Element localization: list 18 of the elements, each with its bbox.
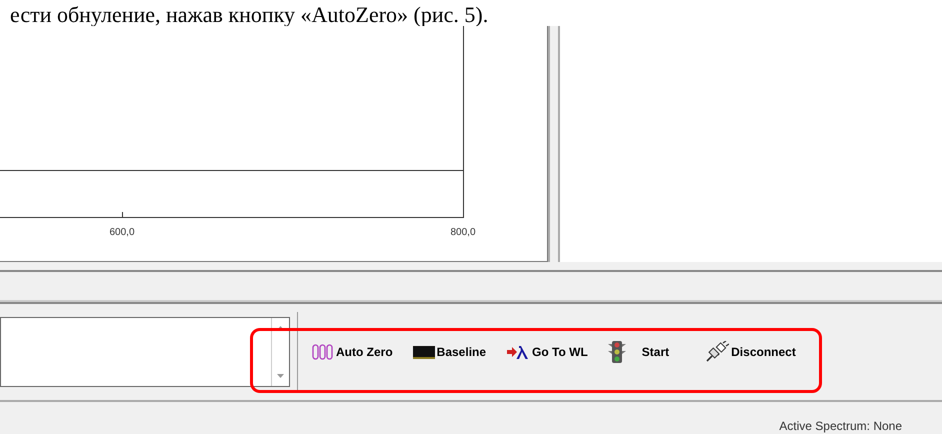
status-text: Active Spectrum: None (779, 420, 902, 434)
axis-tick-label: 600,0 (109, 226, 135, 240)
toolbar-button[interactable]: Start (608, 341, 670, 363)
arrow-lambda-icon (506, 344, 530, 360)
traffic-light-icon (608, 341, 626, 363)
scroll-up-icon[interactable] (277, 326, 284, 330)
caption-text: ести обнуление, нажав кнопку «AutoZero» (рис. 5). (10, 4, 488, 26)
toolbar-button[interactable]: Disconnect (705, 341, 796, 363)
toolbar-button[interactable]: Baseline (412, 343, 486, 361)
text-area[interactable] (0, 317, 290, 387)
splitter[interactable] (548, 26, 560, 262)
axis-tick-label: 800,0 (450, 226, 476, 240)
baseline-icon (412, 344, 435, 360)
scroll-down-icon[interactable] (277, 374, 284, 378)
zero-digits-icon (312, 344, 334, 360)
toolbar-button[interactable]: Auto Zero (312, 343, 393, 361)
plug-icon (705, 341, 730, 363)
toolbar-button[interactable]: Go To WL (506, 343, 588, 361)
